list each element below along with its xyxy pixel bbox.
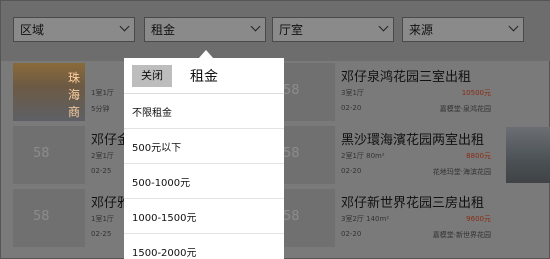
listing-location: 嘉模堂·泉鸿花园 [439, 105, 491, 113]
listing-spec: 1室1厅 [91, 215, 114, 223]
listing-date: 02-20 [341, 230, 362, 238]
listing-location: 嘉模堂·新世界花园 [432, 231, 491, 239]
rent-option[interactable]: 500元以下 [124, 129, 284, 164]
listing-location: 花地玛堂·海滨花园 [432, 168, 491, 176]
popover-header: 关闭 租金 [124, 58, 284, 94]
listing-date: 02-25 [91, 167, 112, 175]
rent-filter-label: 租金 [151, 23, 176, 37]
58-logo-icon: 58 [283, 209, 300, 224]
listing-price: 8800元 [466, 152, 491, 160]
58-logo-icon: 58 [33, 209, 50, 224]
listing-card[interactable]: 58 黑沙環海濱花园两室出租 2室1厅 80m² 02-20 8800元 花地玛… [263, 126, 491, 184]
listing-spec: 2室1厅 80m² [341, 152, 385, 160]
rooms-filter-label: 厅室 [279, 23, 304, 37]
listing-spec: 1室1厅 [91, 89, 114, 97]
listing-date: 02-20 [341, 104, 362, 112]
rent-option[interactable]: 不限租金 [124, 94, 284, 129]
listing-price: 9600元 [466, 215, 491, 223]
district-filter[interactable]: 区域 [13, 17, 135, 42]
listing-spec: 3室2厅 140m² [341, 215, 390, 223]
source-filter[interactable]: 来源 [402, 17, 524, 42]
district-filter-label: 区域 [20, 23, 45, 37]
listing-photo-thumbnail[interactable] [506, 127, 550, 183]
listing-spec: 2室1厅 [91, 152, 114, 160]
listing-thumbnail-placeholder: 58 [13, 189, 85, 247]
listing-card[interactable]: 58 邓仔泉鸿花园三室出租 3室1厅 02-20 10500元 嘉模堂·泉鸿花园 [263, 63, 491, 121]
filter-bar: 区域 租金 厅室 来源 [1, 1, 550, 61]
rent-popover: 关闭 租金 不限租金 500元以下 500-1000元 1000-1500元 1… [124, 58, 284, 259]
listing-card[interactable]: 58 邓仔新世界花园三房出租 3室2厅 140m² 02-20 9600元 嘉模… [263, 189, 491, 247]
chevron-down-icon [508, 21, 519, 32]
listing-title: 邓仔新世界花园三房出租 [341, 196, 485, 211]
listing-title: 黑沙環海濱花园两室出租 [341, 133, 485, 148]
listing-title: 邓仔泉鸿花园三室出租 [341, 70, 472, 85]
rent-option[interactable]: 1000-1500元 [124, 199, 284, 234]
chevron-down-icon [119, 21, 130, 32]
listing-date: 02-20 [341, 167, 362, 175]
rooms-filter[interactable]: 厅室 [272, 17, 394, 42]
chevron-down-icon [250, 21, 261, 32]
rent-filter[interactable]: 租金 [144, 17, 266, 42]
listing-price: 10500元 [461, 89, 491, 97]
listing-date: 02-25 [91, 230, 112, 238]
listing-thumbnail: 珠海商 [13, 63, 85, 121]
rent-option[interactable]: 1500-2000元 [124, 234, 284, 259]
rent-option[interactable]: 500-1000元 [124, 164, 284, 199]
listing-spec: 3室1厅 [341, 89, 364, 97]
58-logo-icon: 58 [33, 146, 50, 161]
listing-date: 5分钟 [91, 105, 110, 113]
listing-thumbnail-placeholder: 58 [13, 126, 85, 184]
listing-title-overlay: 珠海商 [68, 71, 81, 119]
58-logo-icon: 58 [283, 83, 300, 98]
close-button[interactable]: 关闭 [132, 65, 172, 87]
chevron-down-icon [378, 21, 389, 32]
popover-title: 租金 [190, 69, 218, 85]
58-logo-icon: 58 [283, 146, 300, 161]
app-window: 区域 租金 厅室 来源 珠海商 1室1厅 5分钟 58 邓仔金 2室1厅 02-… [0, 0, 550, 259]
source-filter-label: 来源 [409, 23, 434, 37]
